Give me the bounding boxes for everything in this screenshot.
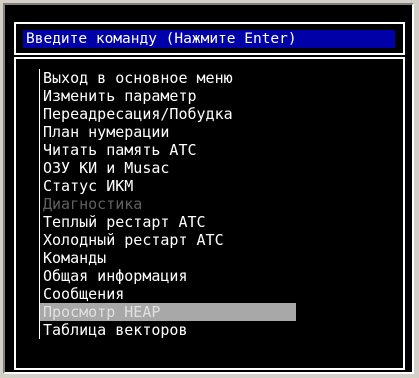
menu-item-change-parameter[interactable]: Изменить параметр <box>40 87 400 105</box>
window-frame: Введите команду (Нажмите Enter) Выход в … <box>0 0 419 378</box>
menu-item-commands[interactable]: Команды <box>40 249 400 267</box>
menu-item-general-info[interactable]: Общая информация <box>40 267 400 285</box>
menu-item-messages[interactable]: Сообщения <box>40 285 400 303</box>
menu-item-ram-ki-musac[interactable]: ОЗУ КИ и Musac <box>40 159 400 177</box>
menu-item-cold-restart[interactable]: Холодный рестарт АТС <box>40 231 400 249</box>
menu-item-ikm-status[interactable]: Статус ИКМ <box>40 177 400 195</box>
command-prompt-label: Введите команду (Нажмите Enter) <box>23 30 395 48</box>
menu-item-exit-main-menu[interactable]: Выход в основное меню <box>40 69 400 87</box>
command-menu: Выход в основное меню Изменить параметр … <box>14 57 405 370</box>
command-prompt-box: Введите команду (Нажмите Enter) <box>14 22 405 55</box>
menu-item-call-forwarding[interactable]: Переадресация/Побудка <box>40 105 400 123</box>
menu-list: Выход в основное меню Изменить параметр … <box>39 69 400 339</box>
menu-item-warm-restart[interactable]: Теплый рестарт АТС <box>40 213 400 231</box>
menu-item-vector-table[interactable]: Таблица векторов <box>40 321 400 339</box>
menu-item-read-pbx-memory[interactable]: Читать память АТС <box>40 141 400 159</box>
terminal-screen: Введите команду (Нажмите Enter) Выход в … <box>3 3 414 374</box>
menu-item-numbering-plan[interactable]: План нумерации <box>40 123 400 141</box>
menu-item-view-heap[interactable]: Просмотр HEAP <box>40 303 296 321</box>
menu-item-diagnostics: Диагностика <box>43 195 143 213</box>
